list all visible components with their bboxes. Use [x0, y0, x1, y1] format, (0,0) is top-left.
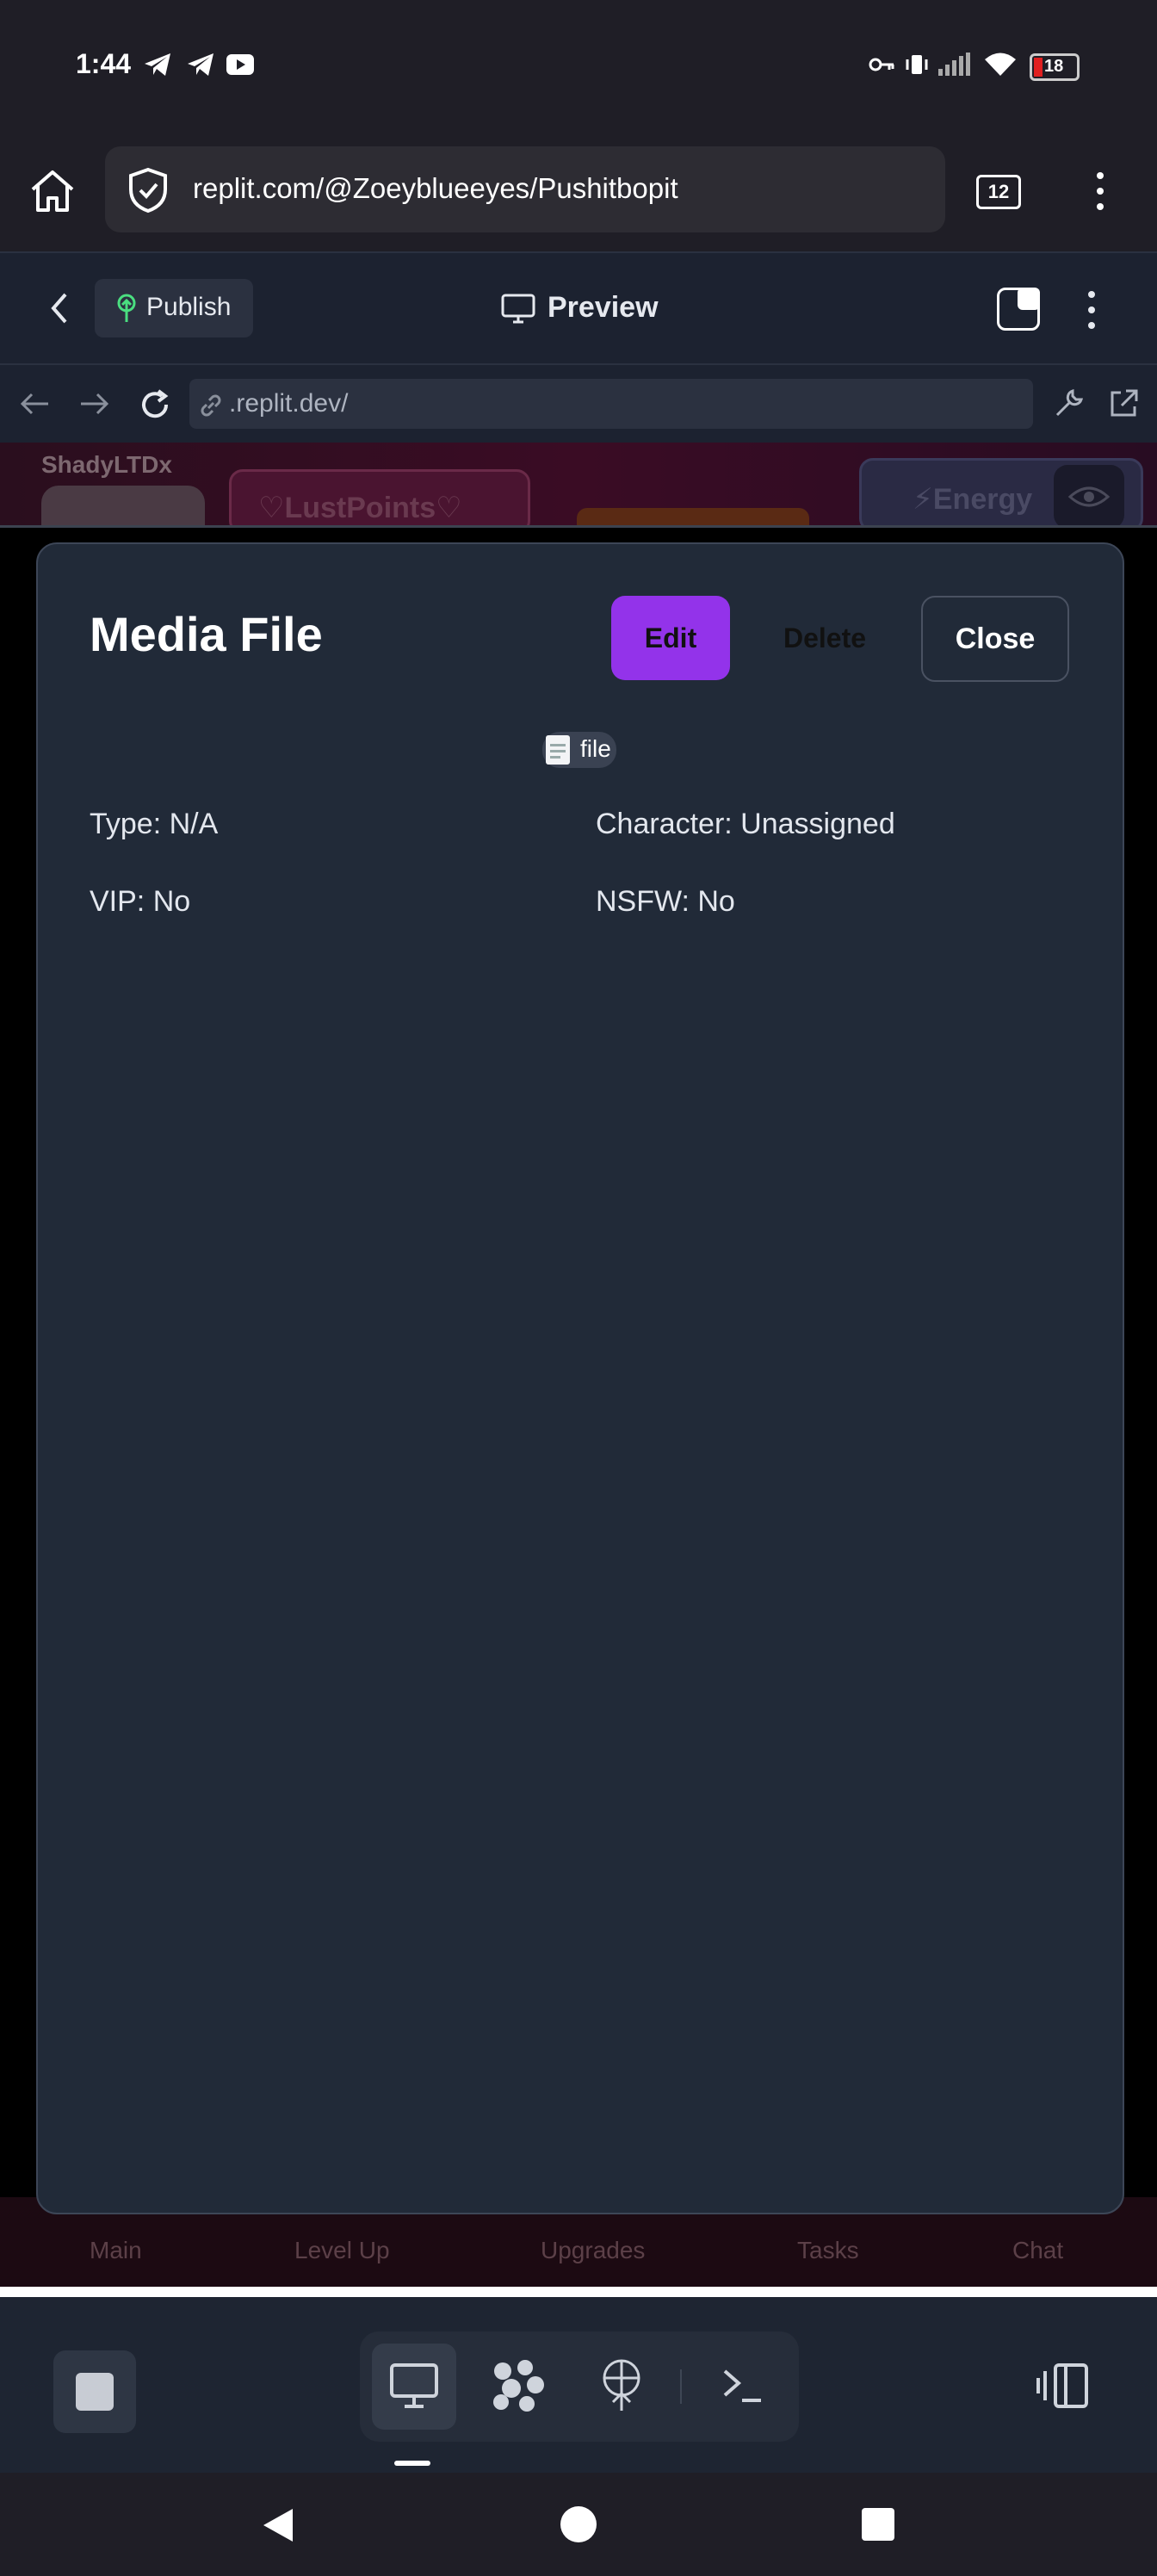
edit-button[interactable]: Edit — [611, 596, 730, 680]
divider — [0, 2287, 1157, 2297]
monitor-icon — [501, 294, 535, 324]
nav-recents-icon[interactable] — [861, 2507, 895, 2542]
background-lustpoints-label: ♡LustPoints♡ — [258, 492, 462, 524]
open-external-icon[interactable] — [1107, 387, 1140, 420]
battery-icon: 18 — [1030, 53, 1080, 81]
background-tab-tasks: Tasks — [797, 2237, 859, 2263]
wrench-icon[interactable] — [1052, 387, 1085, 420]
monitor-icon — [390, 2363, 438, 2408]
reload-icon[interactable] — [138, 387, 172, 422]
arrow-forward-icon[interactable] — [79, 391, 110, 417]
close-button[interactable]: Close — [921, 596, 1069, 682]
background-tab-main: Main — [90, 2237, 142, 2263]
vibrate-icon — [906, 55, 928, 74]
nsfw-field: NSFW: No — [596, 885, 735, 918]
modal-title: Media File — [90, 607, 323, 661]
background-tab-upgrades: Upgrades — [541, 2237, 646, 2263]
wifi-icon — [985, 53, 1016, 76]
background-username: ShadyLTDx — [41, 451, 172, 478]
nav-back-icon[interactable] — [258, 2505, 298, 2545]
preview-url-text[interactable]: .replit.dev/ — [229, 389, 348, 418]
split-view-icon[interactable] — [1036, 2362, 1090, 2409]
new-window-icon[interactable] — [997, 288, 1040, 331]
preview-tab-title[interactable]: Preview — [548, 291, 659, 325]
background-tab-chat: Chat — [1012, 2237, 1064, 2263]
stop-icon — [76, 2373, 114, 2411]
link-icon — [201, 394, 221, 417]
more-vert-icon[interactable] — [1081, 288, 1102, 332]
eye-icon — [1054, 465, 1124, 529]
youtube-icon — [226, 54, 254, 75]
nav-home-icon[interactable] — [560, 2505, 597, 2543]
background-avatar — [41, 486, 205, 529]
signal-icon — [938, 53, 970, 76]
tab-switcher-button[interactable]: 12 — [976, 175, 1021, 209]
tool-divider — [680, 2369, 682, 2404]
character-field: Character: Unassigned — [596, 808, 895, 840]
deploy-icon[interactable] — [599, 2359, 644, 2412]
status-time: 1:44 — [76, 48, 132, 79]
agent-icon[interactable] — [489, 2359, 546, 2412]
type-field: Type: N/A — [90, 808, 219, 840]
media-file-modal — [36, 542, 1124, 2214]
background-tab-level-up: Level Up — [294, 2237, 390, 2263]
shield-check-icon[interactable] — [127, 167, 169, 214]
telegram-icon — [188, 53, 213, 76]
address-bar-url[interactable]: replit.com/@Zoeyblueeyes/Pushitbopit — [193, 172, 678, 205]
delete-button[interactable]: Delete — [766, 596, 883, 680]
home-icon[interactable] — [28, 167, 77, 215]
more-vert-icon[interactable] — [1090, 169, 1111, 214]
vip-field: VIP: No — [90, 885, 191, 918]
key-icon — [869, 58, 894, 71]
active-tool-indicator — [394, 2461, 430, 2466]
file-name: file — [580, 735, 611, 762]
publish-icon — [117, 294, 136, 322]
publish-label[interactable]: Publish — [146, 293, 231, 322]
arrow-back-icon[interactable] — [19, 391, 50, 417]
terminal-icon[interactable] — [721, 2366, 764, 2406]
back-chevron-icon[interactable] — [46, 289, 72, 327]
document-icon — [546, 735, 570, 765]
telegram-icon — [145, 53, 170, 76]
background-energy-label: ⚡Energy — [913, 483, 1033, 516]
